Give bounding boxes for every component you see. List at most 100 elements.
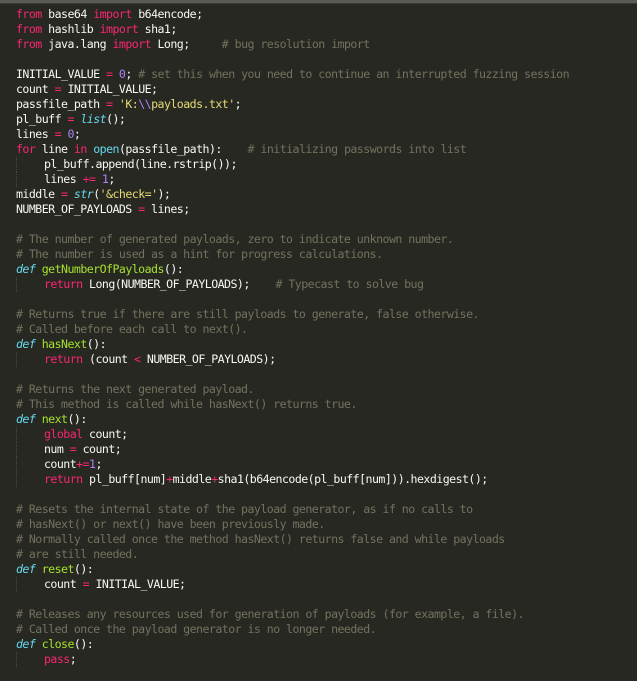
comment: # Called before each call to next(). [16,322,248,336]
comment: # The number is used as a hint for progr… [16,247,383,261]
code-line[interactable]: from hashlib import sha1; [16,22,569,37]
code-line[interactable]: # Called once the payload generator is n… [16,622,569,637]
keyword: return [44,352,83,366]
code-line[interactable] [16,292,569,307]
builtin-type: list [80,112,107,126]
code-line[interactable]: def hasNext(): [16,337,569,352]
code-line[interactable]: NUMBER_OF_PAYLOADS = lines; [16,202,569,217]
function-name: hasNext [41,337,88,351]
code-line[interactable]: middle = str('&check='); [16,187,569,202]
code-line[interactable]: pl_buff.append(line.rstrip()); [16,157,569,172]
keyword: global [44,427,83,441]
code-text: hashlib [41,22,100,36]
code-line[interactable]: from java.lang import Long; # bug resolu… [16,37,569,52]
def-keyword: def [16,637,36,651]
code-line[interactable]: return Long(NUMBER_OF_PAYLOADS); # Typec… [16,277,569,292]
keyword: from [16,22,42,36]
code-line[interactable]: count = INITIAL_VALUE; [16,577,569,592]
code-line[interactable]: # This method is called while hasNext() … [16,397,569,412]
keyword: pass [44,652,70,666]
function-name: reset [41,562,75,576]
keyword: return [44,277,83,291]
code-line[interactable]: # Resets the internal state of the paylo… [16,502,569,517]
indent-guide [16,172,44,187]
code-editor[interactable]: from base64 import b64encode; from hashli… [0,0,637,681]
code-text: sha1; [138,22,178,36]
code-line[interactable]: lines = 0; [16,127,569,142]
code-line[interactable]: count+=1; [16,457,569,472]
code-text: pl_buff.append(line.rstrip()); [44,157,237,171]
code-line[interactable]: # are still needed. [16,547,569,562]
code-line[interactable]: lines += 1; [16,172,569,187]
builtin-function: open [93,142,119,156]
code-text: lines; [144,202,190,216]
code-line[interactable]: # The number of generated payloads, zero… [16,232,569,247]
code-line[interactable] [16,592,569,607]
code-line[interactable]: for line in open(passfile_path): # initi… [16,142,569,157]
indent-guide [16,427,44,442]
comment: # This method is called while hasNext() … [16,397,357,411]
indent-guide [16,652,44,667]
code-text: (count [82,352,135,366]
code-line[interactable]: return (count < NUMBER_OF_PAYLOADS); [16,352,569,367]
code-text: ; [69,652,77,666]
comment: # Called once the payload generator is n… [16,622,377,636]
code-line[interactable] [16,367,569,382]
code-text: ; [73,127,81,141]
function-name: close [41,637,75,651]
code-line[interactable]: def next(): [16,412,569,427]
code-line[interactable]: INITIAL_VALUE = 0; # set this when you n… [16,67,570,82]
code-line[interactable]: def getNumberOfPayloads(): [16,262,569,277]
code-text: ; [234,97,242,111]
indent-guide [16,457,44,472]
code-text: base64 [41,7,94,21]
code-text: Long(NUMBER_OF_PAYLOADS); [82,277,276,291]
def-keyword: def [16,262,36,276]
code-line[interactable]: pass; [16,652,569,667]
code-text: count [16,82,55,96]
indent-guide [16,442,44,457]
code-line[interactable]: passfile_path = 'K:\\payloads.txt'; [16,97,569,112]
code-text: pl_buff[num] [82,472,167,486]
code-line[interactable]: # Returns true if there are still payloa… [16,307,569,322]
def-keyword: def [16,412,36,426]
code-text: (): [73,637,94,651]
code-line[interactable] [16,217,569,232]
code-line[interactable]: count = INITIAL_VALUE; [16,82,569,97]
code-line[interactable] [16,52,569,67]
code-text: line [35,142,74,156]
code-text: b64encode; [131,7,203,21]
code-line[interactable]: # hasNext() or next() have been previous… [16,517,569,532]
code-text: NUMBER_OF_PAYLOADS); [140,352,276,366]
code-text: num [44,442,70,456]
code-line[interactable]: pl_buff = list(); [16,112,569,127]
code-line[interactable]: global count; [16,427,569,442]
code-text: INITIAL_VALUE [16,67,107,81]
code-line[interactable] [16,487,569,502]
keyword: import [99,22,139,36]
code-line[interactable]: return pl_buff[num]+middle+sha1(b64encod… [16,472,569,487]
code-text-area[interactable]: from base64 import b64encode; from hashli… [16,7,570,667]
code-line[interactable]: # Normally called once the method hasNex… [16,532,569,547]
indent-guide [16,472,44,487]
code-text: middle [16,187,62,201]
code-text: INITIAL_VALUE; [89,577,186,591]
code-line[interactable]: # Returns the next generated payload. [16,382,569,397]
function-name: getNumberOfPayloads [41,262,165,276]
string-literal: 'K: [118,97,139,111]
code-line[interactable]: # Releases any resources used for genera… [16,607,569,622]
code-line[interactable]: def reset(): [16,562,569,577]
code-line[interactable]: # Called before each call to next(). [16,322,569,337]
code-text: sha1(b64encode(pl_buff[num])).hexdigest(… [217,472,489,486]
code-line[interactable]: # The number is used as a hint for progr… [16,247,569,262]
indent-guide [16,277,44,292]
code-line[interactable]: def close(): [16,637,569,652]
code-line[interactable]: num = count; [16,442,569,457]
comment: # Typecast to solve bug [275,277,424,291]
operator: += [82,172,96,186]
code-text: (): [163,262,184,276]
keyword: in [73,142,87,156]
code-line[interactable]: from base64 import b64encode; [16,7,569,22]
comment: # initializing passwords into list [247,142,467,156]
def-keyword: def [16,562,36,576]
